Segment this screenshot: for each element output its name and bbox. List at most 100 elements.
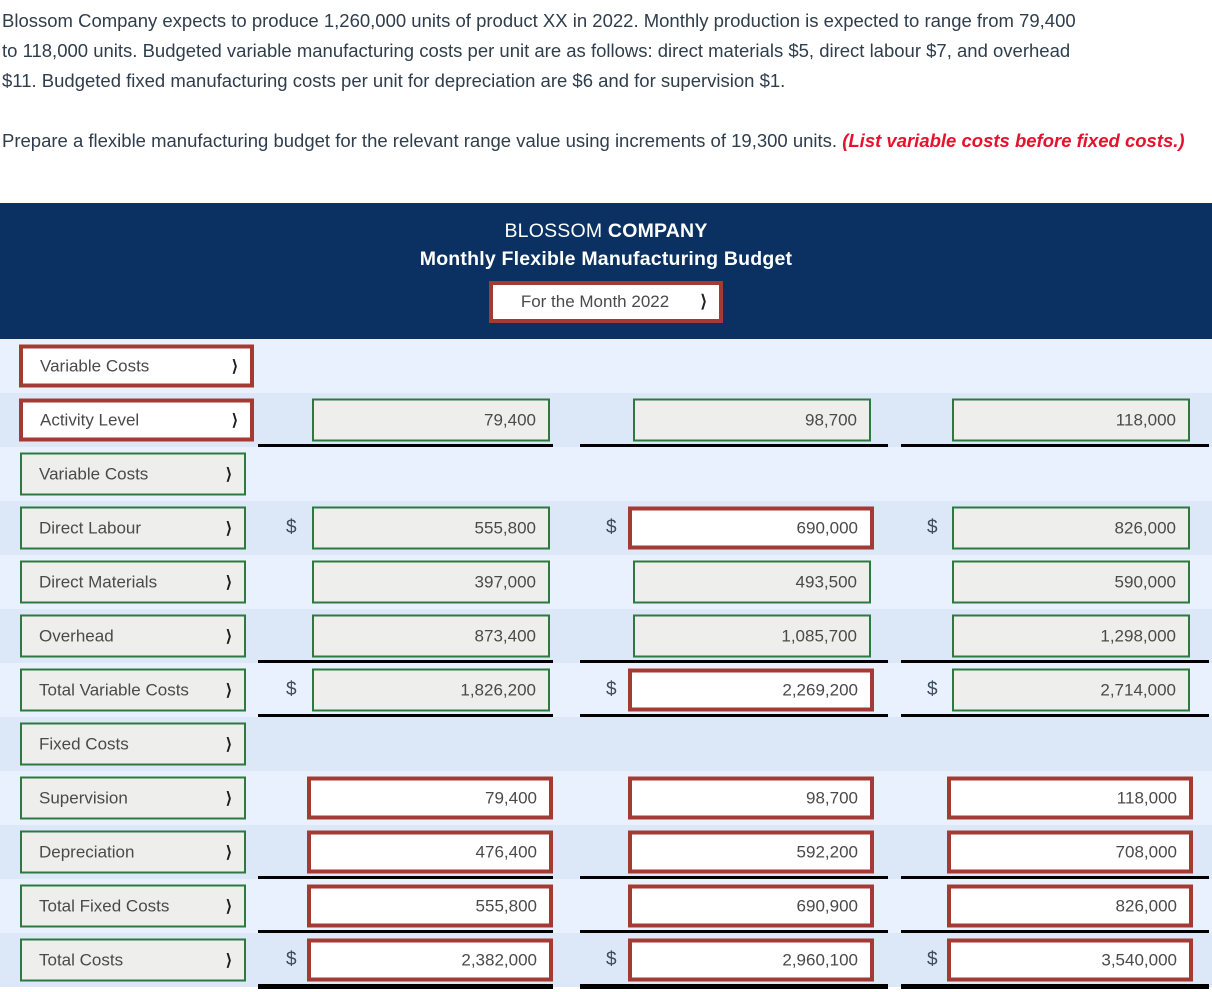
chevron-down-icon: ⟩ [225, 844, 232, 861]
account-select-label: Variable Costs [39, 464, 149, 483]
account-select-direct-labour[interactable]: Direct Labour ⟩ [20, 506, 246, 550]
chevron-down-icon: ⟩ [225, 682, 232, 699]
account-select-total-fixed-costs[interactable]: Total Fixed Costs ⟩ [20, 884, 246, 928]
table-row: Total Costs ⟩ $2,382,000 $2,960,100 $3,540,0… [0, 933, 1212, 989]
amount-input[interactable]: 79,400 [307, 776, 553, 820]
amount-input[interactable]: 397,000 [312, 560, 550, 604]
chevron-down-icon: ⟩ [225, 574, 232, 591]
amount-input[interactable]: 555,800 [307, 884, 553, 928]
account-select-total-variable-costs[interactable]: Total Variable Costs ⟩ [20, 668, 246, 712]
table-row: Activity Level ⟩ 79,400 98,700 118,000 [0, 393, 1212, 449]
account-select-overhead[interactable]: Overhead ⟩ [20, 614, 246, 658]
table-row: Direct Labour ⟩ $555,800 $690,000 $826,000 [0, 501, 1212, 555]
account-select-label: Direct Materials [39, 572, 158, 591]
chevron-down-icon: ⟩ [225, 466, 232, 483]
amount-input[interactable]: 79,400 [312, 398, 550, 442]
company-name-bold: COMPANY [607, 220, 708, 242]
chevron-down-icon: ⟩ [225, 898, 232, 915]
budget-rows: Variable Costs ⟩ Activity Level ⟩ 79,400 98,7… [0, 339, 1212, 989]
amount-input[interactable]: 3,540,000 [947, 938, 1193, 982]
currency-symbol: $ [286, 949, 297, 970]
amount-input[interactable]: 2,269,200 [628, 668, 874, 712]
account-select-label: Total Fixed Costs [39, 896, 170, 915]
table-row: Fixed Costs ⟩ [0, 717, 1212, 771]
amount-input[interactable]: 590,000 [952, 560, 1190, 604]
account-select-direct-materials[interactable]: Direct Materials ⟩ [20, 560, 246, 604]
currency-symbol: $ [606, 517, 617, 538]
currency-symbol: $ [927, 949, 938, 970]
account-select-supervision[interactable]: Supervision ⟩ [20, 776, 246, 820]
amount-input[interactable]: 690,900 [628, 884, 874, 928]
month-period-value: For the Month 2022 [520, 292, 670, 311]
currency-symbol: $ [606, 679, 617, 700]
account-select-activity-level[interactable]: Activity Level ⟩ [19, 398, 254, 442]
amount-input[interactable]: 2,960,100 [628, 938, 874, 982]
currency-symbol: $ [927, 679, 938, 700]
budget-table-header: BLOSSOM COMPANY Monthly Flexible Manufac… [0, 203, 1212, 339]
month-period-select[interactable]: For the Month 2022 ⟩ [489, 281, 723, 323]
amount-input[interactable]: 708,000 [947, 830, 1193, 874]
chevron-down-icon: ⟩ [231, 358, 238, 375]
table-row: Total Fixed Costs ⟩ 555,800 690,900 826,000 [0, 879, 1212, 935]
table-row: Variable Costs ⟩ [0, 447, 1212, 501]
account-select-label: Supervision [39, 788, 128, 807]
table-row: Direct Materials ⟩ 397,000 493,500 590,000 [0, 555, 1212, 609]
subtotal-rule [580, 984, 888, 989]
account-select-label: Direct Labour [39, 518, 142, 537]
instruction-line: Prepare a flexible manufacturing budget … [2, 126, 1212, 156]
account-select-depreciation[interactable]: Depreciation ⟩ [20, 830, 246, 874]
currency-symbol: $ [286, 517, 297, 538]
account-select-total-costs[interactable]: Total Costs ⟩ [20, 938, 246, 982]
account-select-label: Activity Level [40, 410, 140, 429]
amount-input[interactable]: 2,714,000 [952, 668, 1190, 712]
problem-line-3: $11. Budgeted fixed manufacturing costs … [2, 70, 786, 91]
amount-input[interactable]: 826,000 [947, 884, 1193, 928]
table-row: Variable Costs ⟩ [0, 339, 1212, 393]
table-row: Depreciation ⟩ 476,400 592,200 708,000 [0, 825, 1212, 881]
problem-statement: Blossom Company expects to produce 1,260… [0, 0, 1212, 156]
account-select-label: Fixed Costs [39, 734, 129, 753]
month-select-wrapper: For the Month 2022 ⟩ [489, 281, 723, 323]
table-row: Supervision ⟩ 79,400 98,700 118,000 [0, 771, 1212, 825]
chevron-down-icon: ⟩ [225, 952, 232, 969]
amount-input[interactable]: 555,800 [312, 506, 550, 550]
problem-line-1: Blossom Company expects to produce 1,260… [2, 10, 1076, 31]
amount-input[interactable]: 1,298,000 [952, 614, 1190, 658]
account-select-label: Total Costs [39, 950, 124, 969]
account-select-fixed-costs[interactable]: Fixed Costs ⟩ [20, 722, 246, 766]
subtotal-rule [901, 984, 1209, 989]
amount-input[interactable]: 98,700 [628, 776, 874, 820]
company-name-plain: BLOSSOM [504, 220, 608, 242]
instruction-emphasis: (List variable costs before fixed costs.… [842, 130, 1185, 151]
problem-line-2: to 118,000 units. Budgeted variable manu… [2, 40, 1071, 61]
account-select-label: Overhead [39, 626, 114, 645]
amount-input[interactable]: 118,000 [947, 776, 1193, 820]
amount-input[interactable]: 98,700 [633, 398, 871, 442]
amount-input[interactable]: 1,826,200 [312, 668, 550, 712]
chevron-down-icon: ⟩ [225, 790, 232, 807]
account-select-variable-costs[interactable]: Variable Costs ⟩ [20, 452, 246, 496]
amount-input[interactable]: 690,000 [628, 506, 874, 550]
account-select-label: Depreciation [39, 842, 135, 861]
amount-input[interactable]: 873,400 [312, 614, 550, 658]
amount-input[interactable]: 493,500 [633, 560, 871, 604]
chevron-down-icon: ⟩ [225, 520, 232, 537]
account-select-label: Variable Costs [40, 356, 150, 375]
amount-input[interactable]: 1,085,700 [633, 614, 871, 658]
chevron-down-icon: ⟩ [225, 628, 232, 645]
account-select-variable-costs[interactable]: Variable Costs ⟩ [19, 344, 254, 388]
amount-input[interactable]: 476,400 [307, 830, 553, 874]
chevron-down-icon: ⟩ [700, 292, 707, 311]
budget-subtitle: Monthly Flexible Manufacturing Budget [419, 248, 793, 270]
currency-symbol: $ [286, 679, 297, 700]
subtotal-rule [258, 984, 553, 989]
company-title: BLOSSOM COMPANY [0, 217, 1212, 245]
flexible-budget-table: BLOSSOM COMPANY Monthly Flexible Manufac… [0, 203, 1212, 989]
amount-input[interactable]: 118,000 [952, 398, 1190, 442]
account-select-label: Total Variable Costs [39, 680, 189, 699]
amount-input[interactable]: 592,200 [628, 830, 874, 874]
amount-input[interactable]: 2,382,000 [307, 938, 553, 982]
amount-input[interactable]: 826,000 [952, 506, 1190, 550]
currency-symbol: $ [927, 517, 938, 538]
